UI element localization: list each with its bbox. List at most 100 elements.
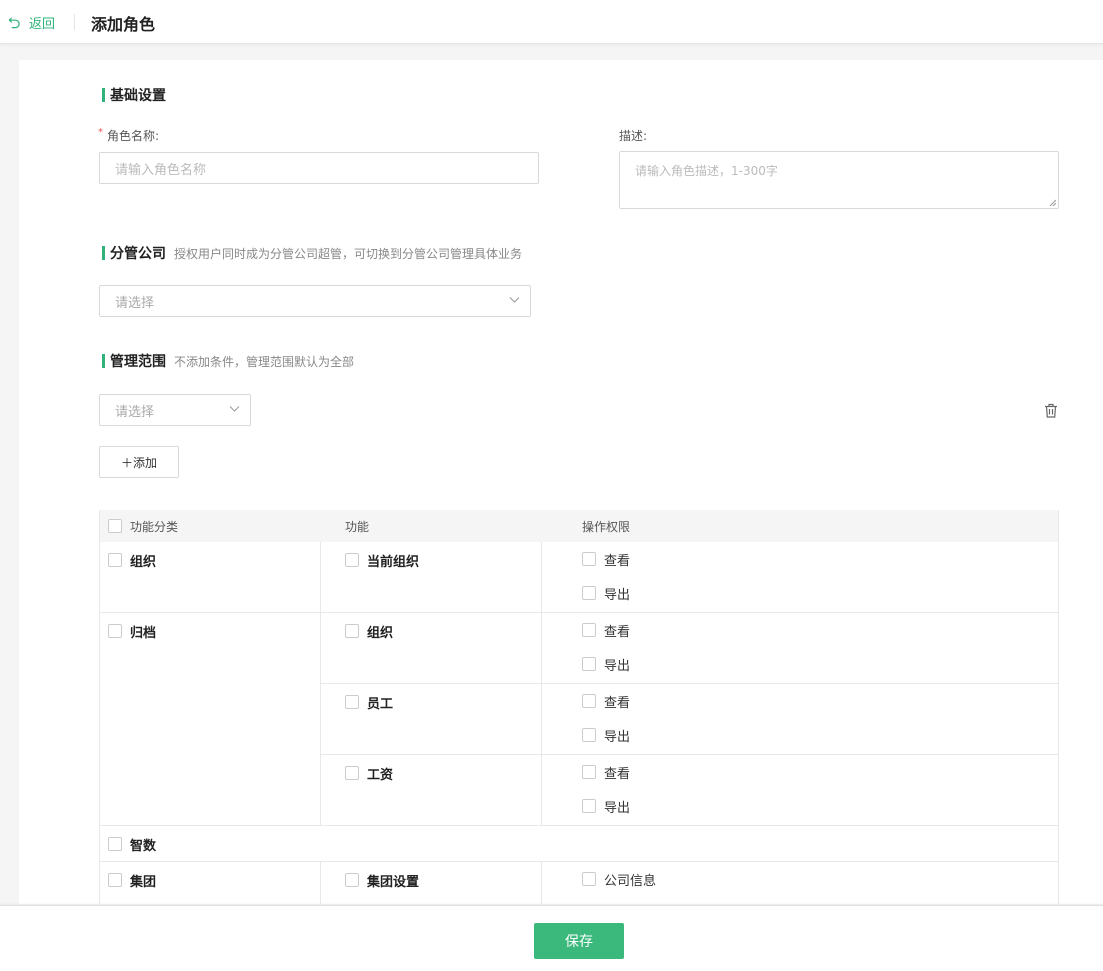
header-category: 功能分类	[108, 510, 178, 542]
permission-label: 导出	[604, 587, 631, 603]
table-header: 功能分类 功能 操作权限	[100, 510, 1058, 542]
form-panel: 基础设置 * 角色名称: 请输入角色名称 描述: 请输入角色描述，1-300字 分…	[19, 60, 1103, 904]
function-checkbox[interactable]	[345, 553, 359, 567]
row-divider	[100, 861, 1058, 862]
permission-item[interactable]: 导出	[582, 727, 631, 745]
select-placeholder: 请选择	[115, 295, 155, 311]
row-divider	[320, 754, 1058, 755]
add-condition-button[interactable]: ＋添加	[99, 446, 179, 478]
header-category-label: 功能分类	[130, 519, 179, 534]
permission-item[interactable]: 查看	[582, 693, 631, 711]
function-row[interactable]: 集团设置	[345, 872, 420, 890]
section-marker	[102, 246, 105, 260]
function-checkbox[interactable]	[345, 766, 359, 780]
description-label: 描述:	[619, 129, 648, 143]
section-hint: 不添加条件，管理范围默认为全部	[174, 354, 355, 369]
permission-item[interactable]: 公司信息	[582, 871, 657, 889]
header-permission: 操作权限	[582, 510, 630, 542]
permission-checkbox[interactable]	[582, 765, 596, 779]
permission-checkbox[interactable]	[582, 657, 596, 671]
back-label: 返回	[29, 17, 56, 32]
resize-handle-icon[interactable]	[1049, 199, 1056, 206]
function-label: 员工	[367, 696, 394, 712]
managed-company-select[interactable]: 请选择	[99, 285, 531, 317]
permission-item[interactable]: 导出	[582, 656, 631, 674]
role-name-input[interactable]: 请输入角色名称	[99, 152, 539, 184]
category-label: 集团	[130, 874, 157, 890]
function-checkbox[interactable]	[345, 873, 359, 887]
function-row[interactable]: 组织	[345, 623, 394, 641]
managed-company-title: 分管公司 授权用户同时成为分管公司超管，可切换到分管公司管理具体业务	[102, 243, 522, 263]
category-row-organization[interactable]: 组织	[108, 552, 156, 570]
management-scope-title: 管理范围 不添加条件，管理范围默认为全部	[102, 351, 354, 371]
function-checkbox[interactable]	[345, 695, 359, 709]
category-checkbox[interactable]	[108, 553, 122, 567]
row-divider	[100, 612, 1058, 613]
category-label: 归档	[130, 625, 157, 641]
basic-settings-title: 基础设置	[102, 85, 166, 105]
category-label: 智数	[130, 838, 157, 854]
permission-label: 查看	[604, 695, 631, 711]
permission-checkbox[interactable]	[582, 694, 596, 708]
category-row-smart-data[interactable]: 智数	[108, 836, 157, 854]
category-checkbox[interactable]	[108, 624, 122, 638]
function-row[interactable]: 员工	[345, 694, 394, 712]
permission-label: 查看	[604, 553, 631, 569]
chevron-down-icon	[229, 406, 240, 412]
permission-item[interactable]: 查看	[582, 622, 631, 640]
permission-item[interactable]: 导出	[582, 798, 631, 816]
chevron-down-icon	[509, 297, 520, 303]
section-title-text: 管理范围	[110, 354, 166, 370]
category-row-group[interactable]: 集团	[108, 872, 157, 890]
function-checkbox[interactable]	[345, 624, 359, 638]
trash-icon[interactable]	[1044, 403, 1058, 418]
scope-condition-select[interactable]: 请选择	[99, 394, 251, 426]
section-title-text: 基础设置	[110, 88, 166, 104]
footer-bar: 保存	[0, 905, 1103, 971]
back-button[interactable]: 返回	[8, 13, 55, 32]
column-divider	[320, 542, 321, 826]
category-checkbox[interactable]	[108, 873, 122, 887]
section-marker	[102, 354, 105, 368]
permission-checkbox[interactable]	[582, 728, 596, 742]
description-textarea[interactable]: 请输入角色描述，1-300字	[619, 151, 1059, 209]
row-divider	[100, 825, 1058, 826]
permission-checkbox[interactable]	[582, 552, 596, 566]
page-title: 添加角色	[91, 15, 156, 34]
top-bar: 返回 添加角色	[0, 0, 1103, 44]
function-row[interactable]: 工资	[345, 765, 394, 783]
permission-item[interactable]: 导出	[582, 585, 631, 603]
function-label: 工资	[367, 767, 394, 783]
permission-label: 查看	[604, 624, 631, 640]
permission-checkbox[interactable]	[582, 799, 596, 813]
row-divider	[320, 683, 1058, 684]
permission-label: 公司信息	[604, 873, 657, 889]
role-name-label: * 角色名称:	[98, 127, 159, 144]
header-permission-label: 操作权限	[582, 519, 631, 534]
permission-checkbox[interactable]	[582, 586, 596, 600]
function-row[interactable]: 当前组织	[345, 552, 420, 570]
role-name-placeholder: 请输入角色名称	[115, 162, 207, 178]
column-divider	[320, 861, 321, 904]
permission-checkbox[interactable]	[582, 872, 596, 886]
permission-label: 导出	[604, 800, 631, 816]
permission-label: 导出	[604, 729, 631, 745]
category-checkbox[interactable]	[108, 837, 122, 851]
category-row-archive[interactable]: 归档	[108, 623, 157, 641]
save-button[interactable]: 保存	[534, 923, 624, 959]
function-label: 集团设置	[367, 874, 420, 890]
permission-checkbox[interactable]	[582, 623, 596, 637]
select-all-checkbox[interactable]	[108, 519, 122, 533]
function-label: 当前组织	[367, 554, 420, 570]
header-function-label: 功能	[345, 519, 370, 534]
permission-item[interactable]: 查看	[582, 764, 631, 782]
header-function: 功能	[345, 510, 369, 542]
permission-item[interactable]: 查看	[582, 551, 631, 569]
permission-label: 导出	[604, 658, 631, 674]
function-label: 组织	[367, 625, 394, 641]
section-title-text: 分管公司	[110, 246, 166, 262]
select-placeholder: 请选择	[115, 404, 155, 420]
role-name-label-text: 角色名称:	[107, 129, 160, 143]
permission-label: 查看	[604, 766, 631, 782]
description-placeholder: 请输入角色描述，1-300字	[635, 164, 778, 178]
